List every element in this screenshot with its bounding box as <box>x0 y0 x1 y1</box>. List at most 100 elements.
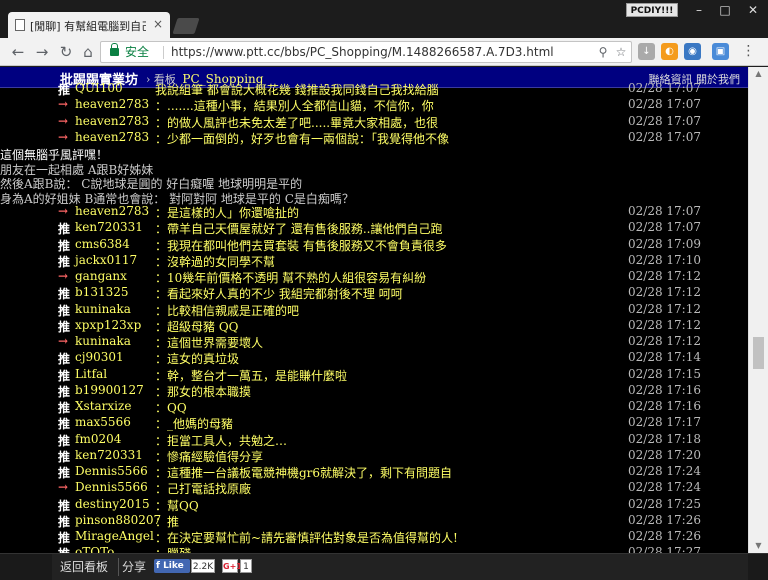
profile-badge[interactable]: PCDIY!!! <box>626 3 678 17</box>
comment-row: 推 jackx0117 ：沒幹過的女同學不幫 02/28 17:10 <box>0 253 748 269</box>
reload-icon[interactable]: ↻ <box>56 42 76 62</box>
comment-row: 推 Litfal ：幹，整台才一萬五，是能賺什麼啦 02/28 17:15 <box>0 367 748 383</box>
comment-user[interactable]: jackx0117 <box>75 253 137 267</box>
comment-time: 02/28 17:07 <box>628 97 701 112</box>
comment-user[interactable]: QUI100 <box>75 81 123 95</box>
share-label: 分享 <box>122 560 147 574</box>
forward-arrow-icon[interactable]: → <box>32 42 52 62</box>
scroll-up-arrow-icon[interactable]: ▲ <box>749 67 768 81</box>
comment-tag: 推 <box>58 238 71 253</box>
comment-tag: 推 <box>58 531 71 545</box>
comment-tag: 推 <box>58 368 71 383</box>
comment-content: ：臘殘 <box>155 545 620 553</box>
comment-content: ：超級母豬 QQ <box>155 319 239 334</box>
comment-row: 推 destiny2015 ：幫QQ 02/28 17:25 <box>0 497 748 513</box>
maximize-icon[interactable]: □ <box>714 2 736 18</box>
comment-list: 推 QUI100 我說組筆 都會說大概花幾 錢推設我同錢自己我找給腦 02/28 17… <box>0 81 748 553</box>
comment-user[interactable]: heaven2783 <box>75 204 149 218</box>
comment-user[interactable]: xpxp123xp <box>75 318 141 332</box>
comment-content: ：幫QQ <box>155 498 199 513</box>
comment-user[interactable]: Litfal <box>75 367 107 381</box>
fb-like-count: 2.2K <box>191 559 215 573</box>
comment-user[interactable]: kuninaka <box>75 334 131 348</box>
comment-row: → kuninaka ：這個世界需要壞人 02/28 17:12 <box>0 334 748 350</box>
comment-user[interactable]: ken720331 <box>75 220 143 234</box>
comment-tag: 推 <box>58 514 71 529</box>
comment-time: 02/28 17:16 <box>628 382 701 397</box>
scrollbar[interactable]: ▲ ▼ <box>748 67 768 553</box>
comment-row: 推 fm0204 ：拒當工具人，共勉之… 02/28 17:18 <box>0 432 748 448</box>
comment-user[interactable]: heaven2783 <box>75 97 149 111</box>
comment-user[interactable]: ken720331 <box>75 448 143 462</box>
comment-tag: 推 <box>58 545 76 553</box>
comment-row: 推 xpxp123xp ：超級母豬 QQ 02/28 17:12 <box>0 318 748 334</box>
comment-user[interactable]: heaven2783 <box>75 130 149 144</box>
comment-user[interactable]: ganganx <box>75 269 127 283</box>
ptt-page: 批踢踢實業坊 › 看板 PC_Shopping 聯絡資訊 關於我們 推 QUI10… <box>0 67 748 553</box>
comment-content: ：10幾年前價格不透明 幫不熟的人組很容易有糾紛 <box>155 271 427 285</box>
tab-close-icon[interactable]: × <box>153 17 163 31</box>
scroll-down-arrow-icon[interactable]: ▼ <box>749 539 768 553</box>
comment-tag: 推 <box>58 401 71 415</box>
comment-tag: 推 <box>58 449 71 464</box>
comment-time: 02/28 17:24 <box>628 464 701 478</box>
comment-row: 推 pinson880207 ：推 02/28 17:26 <box>0 513 748 529</box>
home-icon[interactable]: ⌂ <box>78 42 98 62</box>
comment-time: 02/28 17:09 <box>628 236 701 251</box>
comment-row: 推 MirageAngel ：在決定要幫忙前~請先審慎評估對象是否為值得幫的人! 02… <box>0 529 748 545</box>
comment-time: 02/28 17:10 <box>628 252 701 267</box>
comment-row: 推 max5566 ：_他媽的母豬 02/28 17:17 <box>0 415 748 431</box>
close-window-icon[interactable]: ✕ <box>742 2 764 18</box>
search-icon[interactable]: ⚲ <box>595 42 611 62</box>
comment-row: 推 Dennis5566 ：這種推一台議板電競神機gr6就解決了，剩下有問題自 02/… <box>0 464 748 480</box>
extension-icon-3[interactable]: ▣ <box>712 43 729 60</box>
comment-time: 02/28 17:20 <box>628 447 701 462</box>
comment-time: 02/28 17:07 <box>628 113 701 128</box>
comment-time: 02/28 17:18 <box>628 431 701 446</box>
comment-content: ：我現在都叫他們去買套裝 有售後服務又不會負責很多 <box>155 238 447 253</box>
comment-user[interactable]: pinson880207 <box>75 513 161 527</box>
comment-tag: → <box>58 334 69 348</box>
address-bar[interactable]: 安全 https://www.ptt.cc/bbs/PC_Shopping/M.… <box>100 41 632 63</box>
comment-user[interactable]: Xstarxize <box>75 399 131 413</box>
comment-time: 02/28 17:16 <box>628 399 701 413</box>
comment-user[interactable]: b131325 <box>75 285 129 299</box>
back-to-board-link[interactable]: 返回看板 <box>60 558 108 575</box>
comment-user[interactable]: Dennis5566 <box>75 464 148 478</box>
scroll-thumb[interactable] <box>753 337 764 369</box>
google-plus-button[interactable]: G+1 <box>222 559 242 573</box>
comment-user[interactable]: kuninaka <box>75 302 131 316</box>
comment-content: ：這種推一台議板電競神機gr6就解決了，剩下有問題自 <box>155 466 453 480</box>
extension-icon-2[interactable]: ◉ <box>684 43 701 60</box>
comment-user[interactable]: Dennis5566 <box>75 480 148 494</box>
back-arrow-icon[interactable]: ← <box>8 42 28 62</box>
comment-content: ：比較相信親戚是正確的吧 <box>155 303 300 318</box>
minimize-icon[interactable]: – <box>688 2 710 18</box>
bookmark-star-icon[interactable]: ☆ <box>613 42 629 62</box>
comment-tag: → <box>58 269 69 283</box>
new-tab-button[interactable] <box>172 18 200 34</box>
comment-user[interactable]: cj90301 <box>75 350 124 364</box>
extension-icon[interactable]: ◐ <box>661 43 678 60</box>
url-text[interactable]: https://www.ptt.cc/bbs/PC_Shopping/M.148… <box>171 42 554 62</box>
comment-user[interactable]: MirageAngel <box>75 529 154 543</box>
browser-titlebar: [閒聊] 有幫組電腦到自己 × PCDIY!!! – □ ✕ <box>0 0 768 38</box>
comment-row: 推 cms6384 ：我現在都叫他們去買套裝 有售後服務又不會負責很多 02/28 1… <box>0 237 748 253</box>
comment-user[interactable]: b19900127 <box>75 383 144 397</box>
comment-user[interactable]: oTQTo <box>75 545 114 553</box>
comment-content: ：那女的根本職摸 <box>155 384 252 399</box>
comment-tag: 推 <box>58 254 71 269</box>
comment-content: ：少都一面倒的，好歹也會有一兩個說：「我覺得他不像 <box>155 131 450 146</box>
comment-tag: → <box>58 129 69 144</box>
comment-content: 我說組筆 都會說大概花幾 錢推設我同錢自己我找給腦 <box>155 83 439 97</box>
comment-user[interactable]: max5566 <box>75 415 131 429</box>
browser-tab[interactable]: [閒聊] 有幫組電腦到自己 × <box>8 12 170 38</box>
comment-user[interactable]: cms6384 <box>75 237 130 251</box>
comment-user[interactable]: heaven2783 <box>75 114 149 128</box>
facebook-like-button[interactable]: f Like <box>154 559 190 573</box>
download-icon[interactable]: ↓ <box>638 43 655 60</box>
comment-user[interactable]: destiny2015 <box>75 497 150 511</box>
comment-content: ：的做人風評也未免太差了吧.....畢竟大家相處，也很 <box>155 115 439 130</box>
comment-user[interactable]: fm0204 <box>75 432 121 446</box>
menu-icon[interactable]: ⋮ <box>740 43 757 60</box>
